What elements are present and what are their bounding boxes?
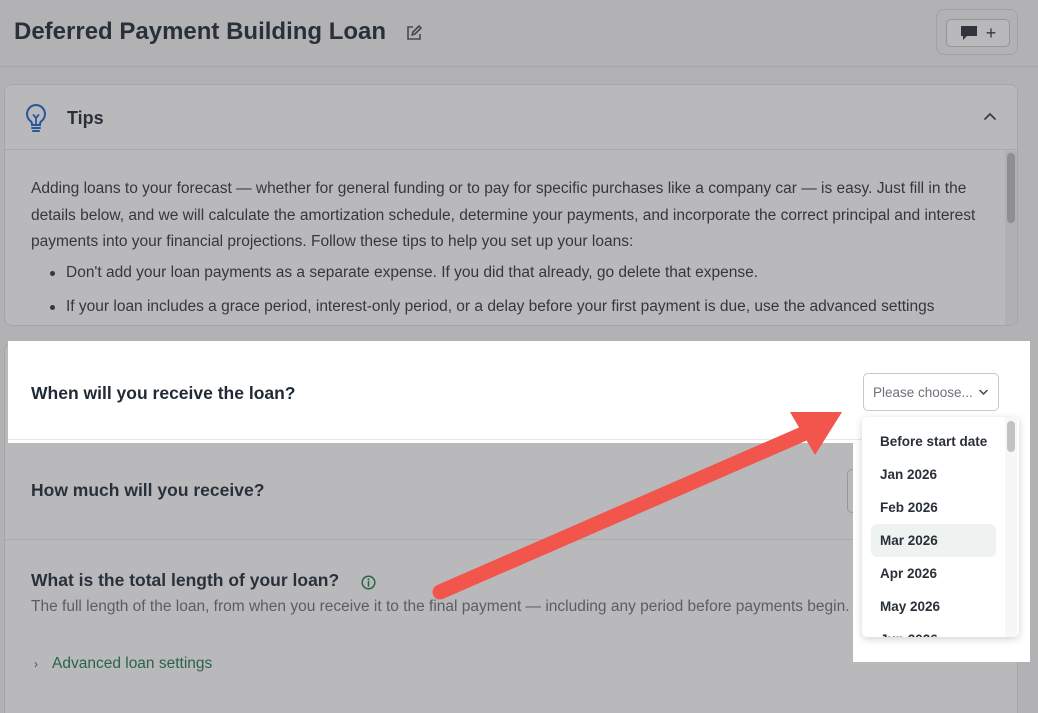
tips-title: Tips bbox=[67, 108, 104, 128]
comment-icon bbox=[960, 26, 977, 40]
advanced-loan-settings-link[interactable]: › Advanced loan settings bbox=[34, 655, 212, 673]
dropdown-scrollbar-thumb[interactable] bbox=[1007, 421, 1015, 452]
tip-item: Don't add your loan payments as a separa… bbox=[31, 260, 981, 286]
receive-question-label: When will you receive the loan? bbox=[31, 383, 296, 403]
advanced-link-label: Advanced loan settings bbox=[52, 655, 213, 672]
tips-scrollbar-thumb[interactable] bbox=[1007, 153, 1015, 223]
dropdown-option[interactable]: Jun 2026 bbox=[871, 623, 996, 637]
dropdown-focus-area: Before start date Jan 2026 Feb 2026 Mar … bbox=[853, 417, 1030, 662]
tips-content: Adding loans to your forecast — whether … bbox=[31, 176, 981, 325]
info-icon[interactable] bbox=[361, 575, 376, 590]
page-title: Deferred Payment Building Loan bbox=[14, 18, 387, 45]
amount-question-label: How much will you receive? bbox=[31, 480, 265, 500]
receive-date-dropdown: Before start date Jan 2026 Feb 2026 Mar … bbox=[862, 417, 1019, 637]
receive-date-select[interactable]: Please choose... bbox=[863, 373, 999, 411]
select-placeholder: Please choose... bbox=[873, 385, 973, 400]
page-header: Deferred Payment Building Loan + bbox=[0, 0, 1038, 67]
dropdown-option[interactable]: Apr 2026 bbox=[871, 557, 996, 590]
dropdown-option-highlighted[interactable]: Mar 2026 bbox=[871, 524, 996, 557]
plus-icon: + bbox=[985, 23, 997, 43]
dropdown-option[interactable]: Before start date bbox=[871, 425, 996, 458]
chevron-right-icon: › bbox=[34, 657, 38, 671]
edit-pencil-icon[interactable] bbox=[405, 24, 423, 42]
tips-scrollbar[interactable] bbox=[1005, 151, 1017, 325]
chevron-down-icon bbox=[979, 389, 988, 396]
tips-list: Don't add your loan payments as a separa… bbox=[31, 260, 981, 320]
dropdown-option[interactable]: Jan 2026 bbox=[871, 458, 996, 491]
tips-header[interactable]: Tips bbox=[5, 85, 1017, 150]
dropdown-option[interactable]: May 2026 bbox=[871, 590, 996, 623]
tips-panel: Tips Adding loans to your forecast — whe… bbox=[4, 84, 1018, 326]
comment-button-frame: + bbox=[936, 9, 1018, 55]
chevron-up-icon[interactable] bbox=[983, 109, 997, 123]
dropdown-scrollbar[interactable] bbox=[1005, 417, 1017, 637]
dropdown-option[interactable]: Feb 2026 bbox=[871, 491, 996, 524]
lightbulb-icon bbox=[26, 103, 46, 132]
length-question-description: The full length of the loan, from when y… bbox=[31, 598, 850, 615]
tip-item: If your loan includes a grace period, in… bbox=[31, 294, 981, 320]
length-question-label: What is the total length of your loan? bbox=[31, 570, 340, 590]
tips-intro: Adding loans to your forecast — whether … bbox=[31, 180, 976, 250]
add-comment-button[interactable]: + bbox=[946, 19, 1010, 47]
